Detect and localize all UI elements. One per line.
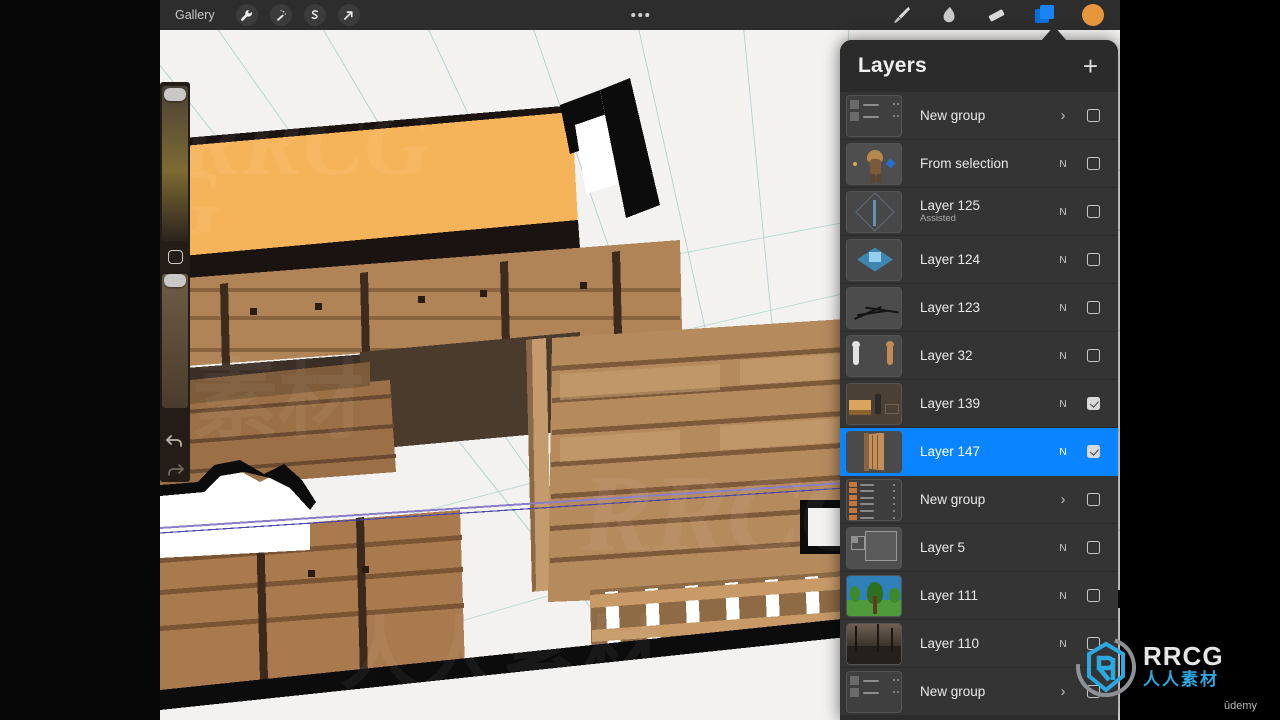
color-swatch[interactable]	[1080, 3, 1106, 27]
layer-row[interactable]: New group ›	[840, 476, 1118, 524]
layer-thumbnail[interactable]	[846, 670, 902, 713]
layer-thumbnail[interactable]	[846, 382, 902, 425]
add-layer-button[interactable]: +	[1083, 53, 1098, 79]
layer-row[interactable]: Layer 124 N	[840, 236, 1118, 284]
layer-thumbnail[interactable]	[846, 574, 902, 617]
layers-panel-title: Layers	[858, 54, 927, 77]
smudge-icon[interactable]	[936, 3, 962, 27]
redo-icon[interactable]	[163, 457, 187, 482]
chevron-right-icon[interactable]: ›	[1055, 683, 1071, 700]
undo-icon[interactable]	[163, 428, 187, 453]
layer-row[interactable]: Layer 32 N	[840, 332, 1118, 380]
layer-blend-mode[interactable]: N	[1055, 254, 1071, 266]
layer-thumbnail[interactable]	[846, 622, 902, 665]
layer-name: Layer 111	[920, 587, 979, 603]
chevron-right-icon[interactable]: ›	[1055, 107, 1071, 124]
paint-brush-icon[interactable]	[888, 3, 914, 27]
layer-name: New group	[920, 107, 986, 123]
layer-visibility-checkbox[interactable]	[1087, 589, 1100, 602]
layer-blend-mode[interactable]: N	[1055, 158, 1071, 170]
layer-blend-mode[interactable]: N	[1055, 398, 1071, 410]
layer-sublabel: Assisted	[920, 213, 956, 225]
layer-blend-mode[interactable]: N	[1055, 590, 1071, 602]
transform-arrow-icon[interactable]	[337, 4, 360, 26]
rrcg-logo-title: RRCG	[1143, 641, 1224, 672]
selection-s-icon[interactable]	[303, 4, 326, 26]
layer-name: Layer 124	[920, 251, 981, 267]
modify-button[interactable]	[167, 249, 183, 265]
layer-blend-mode[interactable]: N	[1055, 350, 1071, 362]
layers-panel-header: Layers +	[840, 40, 1118, 92]
top-toolbar: Gallery	[160, 0, 1120, 30]
udemy-label: ûdemy	[1224, 700, 1258, 712]
rrcg-logo-subtitle: 人人素材	[1143, 670, 1219, 690]
layer-thumbnail[interactable]	[846, 238, 902, 281]
layer-thumbnail[interactable]	[846, 430, 902, 473]
layer-name: Layer 125 Assisted	[920, 198, 1055, 225]
layer-thumbnail[interactable]	[846, 142, 902, 185]
layer-visibility-checkbox[interactable]	[1087, 397, 1100, 410]
layers-button[interactable]	[1032, 3, 1058, 27]
layer-blend-mode[interactable]: N	[1055, 638, 1071, 650]
opacity-slider[interactable]	[162, 274, 188, 409]
layer-blend-mode[interactable]: N	[1055, 302, 1071, 314]
layer-visibility-checkbox[interactable]	[1087, 301, 1100, 314]
layers-panel: Layers + New group › From selection N Layer …	[840, 40, 1118, 720]
layers-list[interactable]: New group › From selection N Layer 125 Assist…	[840, 92, 1118, 720]
layer-thumbnail[interactable]	[846, 478, 902, 521]
layer-visibility-checkbox[interactable]	[1087, 493, 1100, 506]
rrcg-logo-mark	[1075, 636, 1137, 698]
layer-name: New group	[920, 683, 986, 699]
actions-wrench-icon[interactable]	[235, 4, 258, 26]
layer-thumbnail[interactable]	[846, 190, 902, 233]
layer-row[interactable]: Layer 125 Assisted N	[840, 188, 1118, 236]
layer-visibility-checkbox[interactable]	[1087, 109, 1100, 122]
layer-visibility-checkbox[interactable]	[1087, 541, 1100, 554]
layer-blend-mode[interactable]: N	[1055, 206, 1071, 218]
left-black-band	[0, 0, 160, 720]
opacity-knob[interactable]	[164, 274, 186, 288]
rrcg-logo: RRCG 人人素材	[1075, 636, 1224, 698]
chevron-right-icon[interactable]: ›	[1055, 491, 1071, 508]
layer-name: New group	[920, 491, 986, 507]
layer-blend-mode[interactable]: N	[1055, 542, 1071, 554]
layer-name: Layer 32	[920, 347, 973, 363]
layer-name: Layer 139	[920, 395, 981, 411]
layer-name: Layer 123	[920, 299, 981, 315]
layer-name: From selection	[920, 155, 1009, 171]
app-root: RRCG RRCG 人人素材 人人素材 Gallery	[0, 0, 1280, 720]
layer-row[interactable]: Layer 139 N	[840, 380, 1118, 428]
brush-size-slider[interactable]	[162, 86, 188, 241]
layer-name: Layer 110	[920, 635, 980, 651]
right-black-band	[1120, 0, 1280, 720]
gallery-button[interactable]: Gallery	[168, 5, 222, 25]
adjustments-wand-icon[interactable]	[269, 4, 292, 26]
layer-visibility-checkbox[interactable]	[1087, 205, 1100, 218]
eraser-icon[interactable]	[984, 3, 1010, 27]
layer-thumbnail[interactable]	[846, 334, 902, 377]
layer-row[interactable]: From selection N	[840, 140, 1118, 188]
layer-thumbnail[interactable]	[846, 286, 902, 329]
brush-size-knob[interactable]	[164, 88, 186, 101]
layer-visibility-checkbox[interactable]	[1087, 157, 1100, 170]
layer-name: Layer 5	[920, 539, 966, 555]
layer-visibility-checkbox[interactable]	[1087, 349, 1100, 362]
layer-blend-mode[interactable]: N	[1055, 446, 1071, 458]
layer-row[interactable]: Layer 123 N	[840, 284, 1118, 332]
layer-visibility-checkbox[interactable]	[1087, 445, 1100, 458]
layer-row[interactable]: Layer 111 N	[840, 572, 1118, 620]
overflow-menu-button[interactable]	[631, 13, 649, 17]
layer-row[interactable]: Layer 147 N	[840, 428, 1118, 476]
layer-name: Layer 147	[920, 443, 981, 459]
layers-panel-caret	[1041, 26, 1067, 41]
layer-thumbnail[interactable]	[846, 94, 902, 137]
layer-visibility-checkbox[interactable]	[1087, 253, 1100, 266]
layer-thumbnail[interactable]	[846, 526, 902, 569]
layer-row[interactable]: New group ›	[840, 92, 1118, 140]
layer-row[interactable]: Layer 5 N	[840, 524, 1118, 572]
sidebar-tools[interactable]	[160, 82, 190, 482]
